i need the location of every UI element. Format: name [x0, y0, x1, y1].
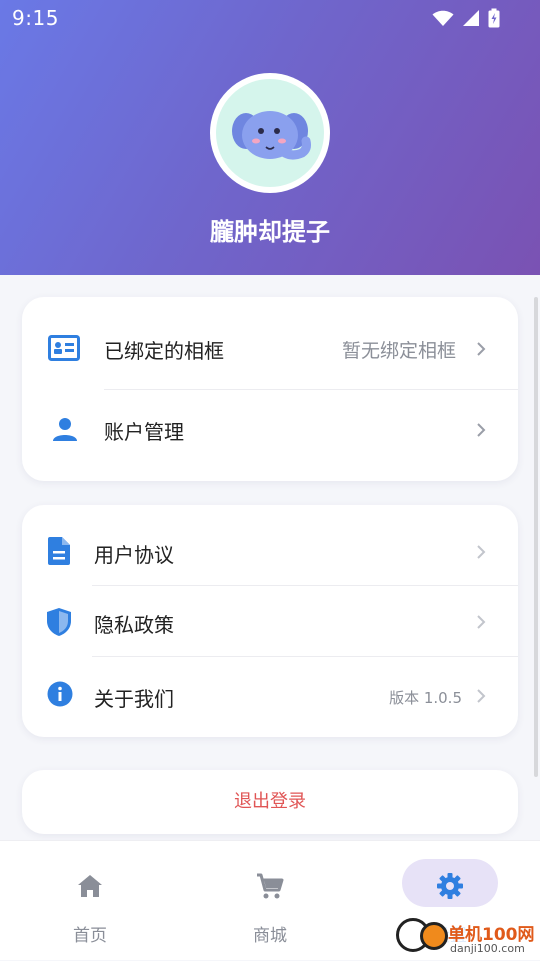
- nav-item-home[interactable]: 首页: [0, 841, 180, 961]
- bindings-card: 已绑定的相框 暂无绑定相框 账户管理: [22, 297, 518, 481]
- elephant-avatar-image: [216, 79, 324, 187]
- account-management-label: 账户管理: [104, 420, 184, 444]
- chevron-right-icon: [477, 545, 486, 559]
- person-icon: [52, 416, 78, 442]
- shield-icon: [46, 607, 72, 637]
- home-icon: [78, 875, 102, 897]
- about-us-label: 关于我们: [94, 687, 174, 711]
- id-card-icon: [48, 335, 80, 361]
- watermark-circle-orange: [420, 922, 448, 950]
- info-icon: [47, 681, 73, 707]
- about-us-row[interactable]: 关于我们 版本 1.0.5: [22, 657, 518, 737]
- privacy-policy-label: 隐私政策: [94, 613, 174, 637]
- chevron-right-icon: [477, 615, 486, 629]
- profile-header: 9:15 朧肿却提子: [0, 0, 540, 275]
- user-agreement-row[interactable]: 用户协议: [22, 505, 518, 585]
- user-agreement-label: 用户协议: [94, 543, 174, 567]
- document-icon: [48, 537, 70, 565]
- chevron-right-icon: [477, 689, 486, 703]
- status-bar: 9:15: [0, 0, 540, 36]
- username: 朧肿却提子: [210, 218, 330, 246]
- logout-button[interactable]: 退出登录: [22, 770, 518, 834]
- cart-icon: [257, 873, 284, 899]
- logout-card: 退出登录: [22, 770, 518, 834]
- account-management-row[interactable]: 账户管理: [22, 390, 518, 481]
- bottom-navigation: 首页 商城 设置: [0, 840, 540, 960]
- gear-icon: [437, 873, 463, 899]
- status-time: 9:15: [12, 6, 59, 30]
- status-icons: [432, 8, 500, 28]
- watermark-logo: 单机100网 danji100.com: [390, 912, 540, 960]
- app-version: 版本 1.0.5: [389, 689, 462, 707]
- signal-icon: [463, 10, 479, 26]
- chevron-right-icon: [477, 342, 486, 356]
- chevron-right-icon: [477, 423, 486, 437]
- privacy-policy-row[interactable]: 隐私政策: [22, 586, 518, 656]
- scrollbar[interactable]: [534, 297, 538, 777]
- bound-frames-value: 暂无绑定相框: [341, 340, 456, 362]
- watermark-url: danji100.com: [450, 942, 525, 955]
- nav-item-store[interactable]: 商城: [180, 841, 360, 961]
- bound-frames-label: 已绑定的相框: [104, 339, 224, 363]
- nav-label-home: 首页: [73, 926, 107, 946]
- battery-icon: [488, 8, 500, 28]
- bound-frames-row[interactable]: 已绑定的相框 暂无绑定相框: [22, 297, 518, 389]
- info-card: 用户协议 隐私政策 关于我们 版本 1.0.5: [22, 505, 518, 737]
- avatar[interactable]: [210, 73, 330, 193]
- nav-label-store: 商城: [253, 926, 287, 946]
- wifi-icon: [432, 10, 454, 26]
